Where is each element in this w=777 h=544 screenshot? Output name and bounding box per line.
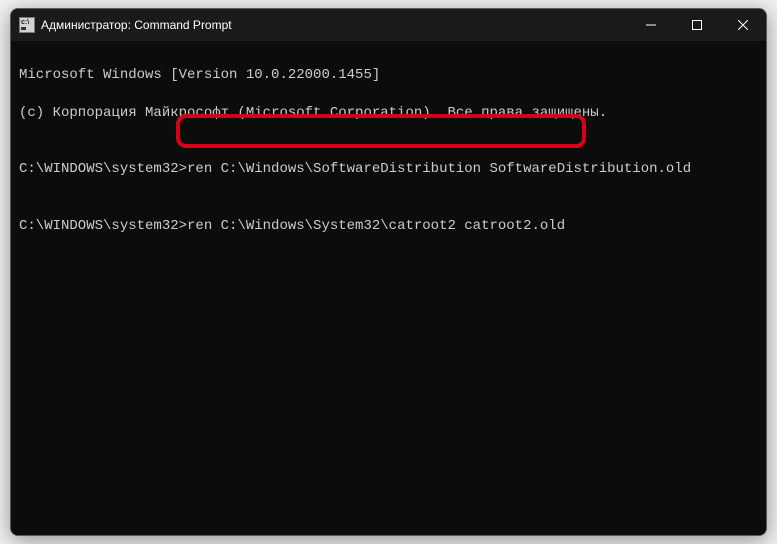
minimize-button[interactable] [628, 9, 674, 41]
prompt: C:\WINDOWS\system32> [19, 161, 187, 177]
minimize-icon [646, 20, 656, 30]
prompt: C:\WINDOWS\system32> [19, 218, 187, 234]
close-button[interactable] [720, 9, 766, 41]
command-text: ren C:\Windows\System32\catroot2 catroot… [187, 218, 565, 234]
window-controls [628, 9, 766, 41]
maximize-button[interactable] [674, 9, 720, 41]
close-icon [738, 20, 748, 30]
maximize-icon [692, 20, 702, 30]
titlebar[interactable]: Администратор: Command Prompt [11, 9, 766, 41]
command-text: ren C:\Windows\SoftwareDistribution Soft… [187, 161, 691, 177]
terminal-line: Microsoft Windows [Version 10.0.22000.14… [19, 66, 758, 85]
terminal-output[interactable]: Microsoft Windows [Version 10.0.22000.14… [11, 41, 766, 535]
window-title: Администратор: Command Prompt [41, 18, 628, 32]
terminal-line: C:\WINDOWS\system32>ren C:\Windows\Softw… [19, 160, 758, 179]
terminal-line: C:\WINDOWS\system32>ren C:\Windows\Syste… [19, 217, 758, 236]
cmd-icon [19, 17, 35, 33]
command-prompt-window: Администратор: Command Prompt Microsoft … [10, 8, 767, 536]
terminal-line: (c) Корпорация Майкрософт (Microsoft Cor… [19, 104, 758, 123]
